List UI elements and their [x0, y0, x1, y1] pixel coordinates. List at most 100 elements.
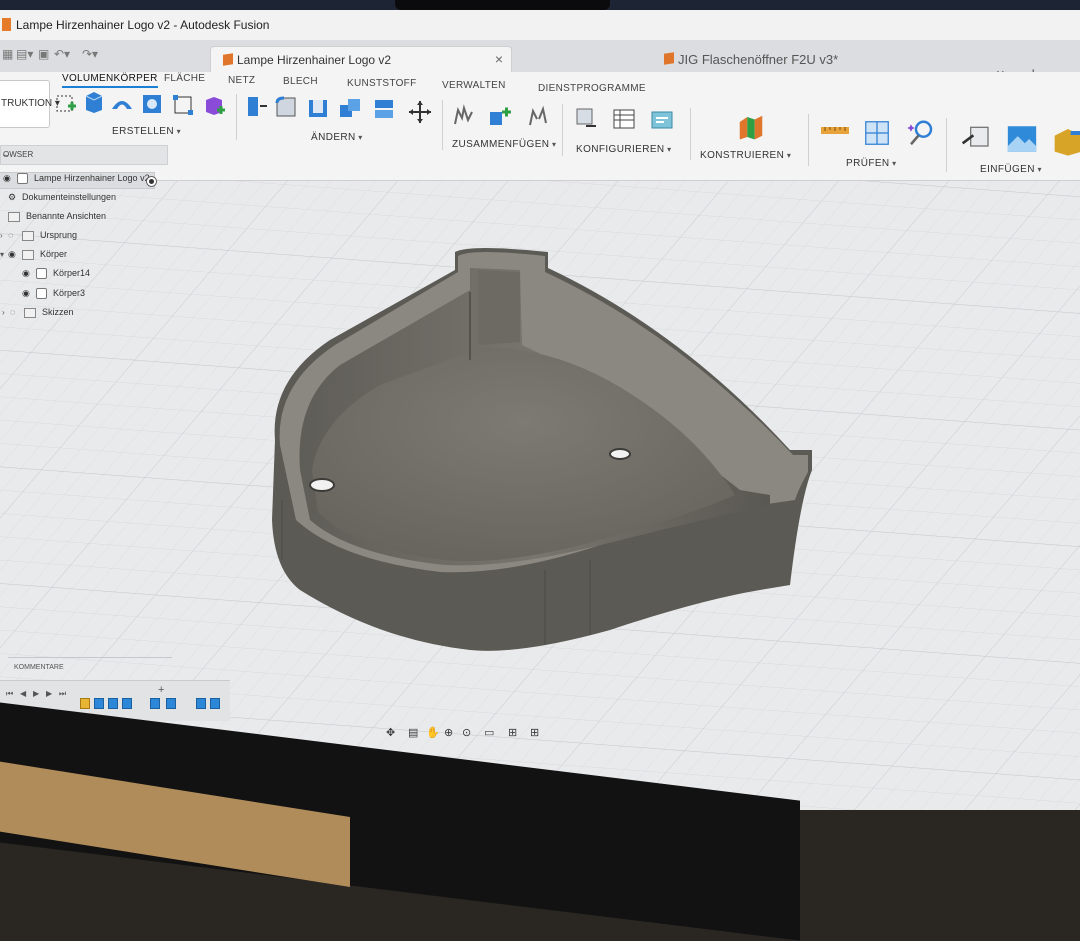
comments-add-button[interactable]: +: [158, 684, 164, 696]
browser-item-koerper3[interactable]: ◉ Körper3: [22, 288, 85, 304]
redo-icon[interactable]: ↷▾: [82, 47, 98, 61]
tab-kunststoff[interactable]: KUNSTSTOFF: [347, 78, 416, 89]
combine-icon[interactable]: [338, 96, 362, 120]
tab-flaeche[interactable]: FLÄCHE: [164, 73, 205, 84]
group-aendern[interactable]: ÄNDERN: [311, 132, 363, 143]
eye-icon[interactable]: ◉: [8, 249, 18, 260]
viewports-icon[interactable]: ⊞: [530, 726, 539, 739]
eye-hidden-icon[interactable]: ◌: [10, 307, 20, 317]
body-icon: [36, 268, 47, 280]
group-einfuegen[interactable]: EINFÜGEN: [980, 164, 1042, 175]
tab-close-icon[interactable]: ×: [495, 51, 503, 67]
as-built-joint-icon[interactable]: [526, 105, 550, 129]
timeline-feature-item[interactable]: [196, 698, 206, 709]
body-icon: [36, 288, 47, 300]
shell-icon[interactable]: [306, 96, 330, 120]
browser-root-label: Lampe Hirzenhainer Logo v2: [34, 173, 150, 183]
insert-mesh-icon[interactable]: [1052, 124, 1080, 158]
create-form-icon[interactable]: [202, 94, 226, 118]
tab-dienstprogramme[interactable]: DIENSTPROGRAMME: [538, 83, 646, 94]
split-body-icon[interactable]: [372, 97, 396, 121]
timeline-prev-icon[interactable]: ◀: [20, 689, 26, 698]
eye-icon[interactable]: ◉: [22, 288, 32, 299]
insert-derive-icon[interactable]: [960, 122, 992, 154]
measure-icon[interactable]: [820, 118, 850, 142]
look-at-icon[interactable]: ▤: [408, 726, 418, 739]
timeline-feature-item[interactable]: [166, 698, 176, 709]
group-konfigurieren[interactable]: KONFIGURIEREN: [576, 144, 672, 155]
configure-body-icon[interactable]: [574, 106, 598, 130]
pan-icon[interactable]: ✋: [426, 726, 440, 739]
browser-item-skizzen[interactable]: › ◌ Skizzen: [2, 307, 74, 323]
fillet-icon[interactable]: [274, 95, 298, 119]
timeline-feature-item[interactable]: [122, 698, 132, 709]
browser-item-dokumenteinstellungen[interactable]: ⚙ Dokumenteinstellungen: [8, 192, 116, 208]
tab-netz[interactable]: NETZ: [228, 75, 255, 86]
group-konstruieren[interactable]: KONSTRUIEREN: [700, 150, 791, 161]
timeline-first-icon[interactable]: ⏮: [6, 689, 13, 699]
browser-item-koerper14[interactable]: ◉ Körper14: [22, 268, 90, 284]
pattern-icon[interactable]: [171, 93, 195, 117]
browser-collapse-button[interactable]: –: [3, 150, 159, 161]
hole-icon[interactable]: [140, 92, 164, 116]
save-icon[interactable]: ▣: [38, 47, 49, 61]
tab-active-document[interactable]: Lampe Hirzenhainer Logo v2 ×: [210, 46, 512, 73]
browser-item-label: Skizzen: [42, 307, 74, 317]
browser-header: OWSER –: [0, 145, 168, 165]
configuration-table-icon[interactable]: [612, 107, 636, 131]
joint-icon[interactable]: [452, 104, 476, 128]
browser-item-benannte-ansichten[interactable]: Benannte Ansichten: [8, 211, 106, 227]
browser-item-ursprung[interactable]: › ◌ Ursprung: [0, 230, 77, 246]
move-copy-icon[interactable]: [408, 100, 432, 124]
file-menu-icon[interactable]: ▤▾: [16, 47, 33, 61]
grid-icon[interactable]: ⊞: [508, 726, 517, 739]
construct-plane-icon[interactable]: [736, 112, 766, 142]
timeline-sketch-item[interactable]: [80, 698, 90, 709]
revolve-icon[interactable]: [110, 91, 134, 115]
tab-verwalten[interactable]: VERWALTEN: [442, 80, 506, 91]
timeline-feature-item[interactable]: [150, 698, 160, 709]
zoom-icon[interactable]: ⊕: [444, 726, 453, 739]
tab-blech[interactable]: BLECH: [283, 76, 318, 87]
timeline-feature-item[interactable]: [94, 698, 104, 709]
insert-canvas-icon[interactable]: [1004, 122, 1040, 156]
data-panel-icon[interactable]: ▦: [2, 47, 13, 61]
configuration-rules-icon[interactable]: [650, 108, 674, 132]
ribbon-separator: [562, 104, 563, 156]
timeline-last-icon[interactable]: ⏭: [59, 689, 66, 699]
group-pruefen[interactable]: PRÜFEN: [846, 158, 897, 169]
group-zusammenfuegen[interactable]: ZUSAMMENFÜGEN: [452, 139, 556, 150]
mount-hole-left: [309, 478, 335, 492]
timeline-feature-item[interactable]: [210, 698, 220, 709]
chevron-down-icon[interactable]: ▾: [0, 250, 8, 259]
timeline-play-icon[interactable]: ▶: [33, 689, 39, 698]
chevron-right-icon[interactable]: ›: [2, 308, 10, 317]
timeline-next-icon[interactable]: ▶: [46, 689, 52, 698]
press-pull-icon[interactable]: [244, 94, 268, 118]
browser-item-koerper[interactable]: ▾ ◉ Körper: [0, 249, 67, 265]
timeline-feature-item[interactable]: [108, 698, 118, 709]
tab-volumenkoerper[interactable]: VOLUMENKÖRPER: [62, 73, 158, 88]
inspect-ai-icon[interactable]: [906, 118, 936, 148]
tab-other-document[interactable]: JIG Flaschenöffner F2U v3*: [652, 46, 952, 72]
tab-active-label: Lampe Hirzenhainer Logo v2: [237, 53, 392, 67]
display-settings-icon[interactable]: ▭: [484, 726, 494, 739]
group-erstellen[interactable]: ERSTELLEN: [112, 126, 181, 137]
eye-icon[interactable]: ◉: [3, 173, 13, 184]
eye-icon[interactable]: ◉: [22, 268, 32, 279]
active-radio-icon[interactable]: [146, 176, 157, 187]
new-component-icon[interactable]: [488, 104, 512, 128]
new-sketch-icon[interactable]: [54, 92, 78, 116]
ribbon-separator: [690, 108, 691, 160]
section-analysis-icon[interactable]: [862, 118, 892, 148]
extrude-icon[interactable]: [82, 90, 106, 114]
browser-root-item[interactable]: ◉ Lampe Hirzenhainer Logo v2: [0, 172, 155, 189]
orbit-icon[interactable]: ✥: [386, 726, 395, 739]
workspace-switcher[interactable]: TRUKTION ▾: [0, 80, 60, 128]
camera-notch: [395, 0, 610, 10]
chevron-right-icon[interactable]: ›: [0, 231, 8, 240]
eye-hidden-icon[interactable]: ◌: [8, 230, 18, 240]
fit-icon[interactable]: ⊙: [462, 726, 471, 739]
undo-icon[interactable]: ↶▾: [54, 47, 70, 61]
component-icon: [664, 52, 674, 65]
